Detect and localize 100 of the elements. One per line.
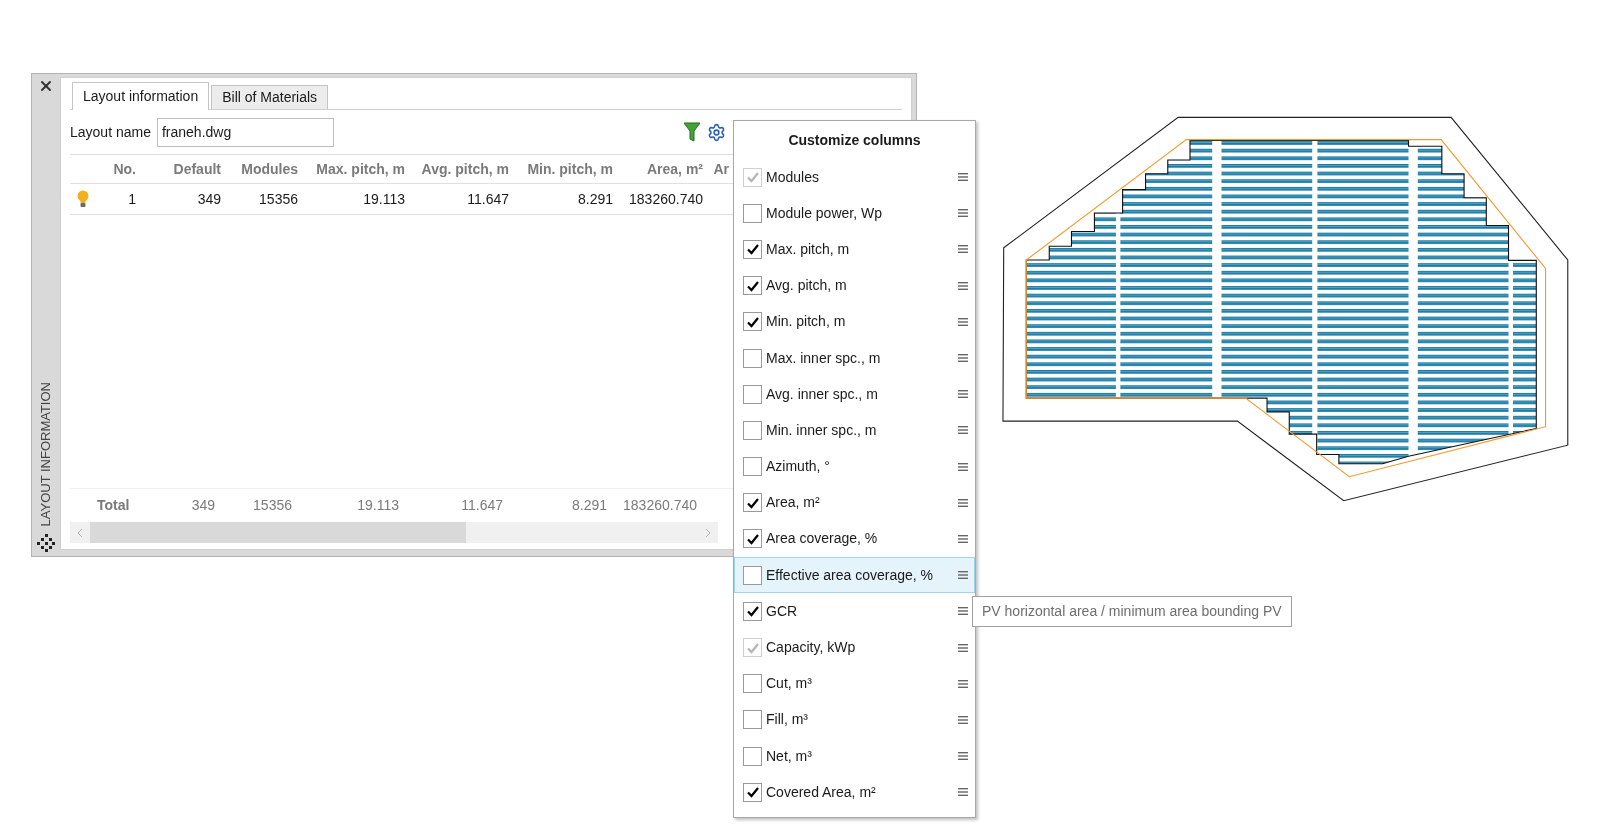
drag-handle-icon[interactable] — [958, 280, 968, 291]
column-header[interactable]: Modules — [221, 158, 298, 180]
drag-handle-icon[interactable] — [958, 678, 968, 689]
drag-handle-icon[interactable] — [958, 244, 968, 255]
column-option[interactable]: Max. inner spc., m — [734, 339, 975, 377]
option-label: Min. inner spc., m — [766, 420, 877, 440]
column-header[interactable]: Avg. pitch, m — [405, 158, 509, 180]
close-icon[interactable] — [38, 78, 54, 94]
table-cell-text: 349 — [197, 189, 221, 209]
column-option[interactable]: Area coverage, % — [734, 520, 975, 558]
checkbox[interactable] — [743, 276, 762, 296]
option-label: Modules — [766, 167, 819, 187]
checkbox[interactable] — [743, 601, 762, 621]
table-cell-text: 8.291 — [577, 189, 613, 209]
description-tooltip: PV horizontal area / minimum area bounding PV — [972, 596, 1292, 627]
drag-handle-icon[interactable] — [958, 714, 968, 725]
option-label: Cut, m³ — [766, 674, 812, 694]
drag-handle-icon[interactable] — [958, 751, 968, 762]
total-label: Total — [97, 497, 130, 513]
total-cell: 15356 — [253, 497, 292, 513]
horizontal-scrollbar[interactable] — [70, 522, 718, 543]
checkbox[interactable] — [743, 674, 762, 694]
column-option[interactable]: Max. pitch, m — [734, 231, 975, 268]
drag-handle-icon[interactable] — [958, 425, 968, 436]
option-label: Effective area coverage, % — [766, 565, 934, 585]
tab[interactable]: Layout information — [72, 82, 210, 110]
checkbox[interactable] — [743, 239, 762, 259]
drag-handle-icon[interactable] — [958, 461, 968, 472]
column-option[interactable]: Avg. pitch, m — [734, 267, 975, 304]
layout-name-label: Layout name — [70, 122, 151, 142]
grip-icon[interactable] — [37, 534, 55, 552]
table-cell-text: 19.113 — [363, 189, 405, 209]
column-option[interactable]: Azimuth, ° — [734, 448, 975, 485]
option-label: Avg. pitch, m — [766, 276, 847, 296]
table-cell-text: 183260.740 — [629, 189, 703, 209]
checkbox[interactable] — [743, 746, 762, 766]
checkbox[interactable] — [743, 420, 762, 440]
column-option[interactable]: GCR — [734, 593, 975, 630]
column-option[interactable]: Min. inner spc., m — [734, 412, 975, 449]
drag-handle-icon[interactable] — [958, 570, 968, 581]
table-cell-text: 15356 — [259, 189, 298, 209]
option-label: Fill, m³ — [766, 710, 808, 730]
drag-handle-icon[interactable] — [958, 533, 968, 544]
drag-handle-icon[interactable] — [958, 353, 968, 364]
column-option[interactable]: Fill, m³ — [734, 701, 975, 738]
column-option[interactable]: Area, m² — [734, 484, 975, 521]
total-cell: 8.291 — [571, 497, 607, 513]
scroll-thumb[interactable] — [90, 522, 466, 543]
option-label: Covered Area, m² — [766, 782, 876, 802]
column-header[interactable]: Max. pitch, m — [298, 158, 405, 180]
column-option[interactable]: Cut, m³ — [734, 665, 975, 702]
column-header[interactable]: No. — [70, 158, 136, 180]
checkbox[interactable] — [743, 348, 762, 368]
column-header[interactable]: Area, m² — [613, 158, 703, 180]
drag-handle-icon[interactable] — [958, 316, 968, 327]
column-header[interactable]: Min. pitch, m — [509, 158, 613, 180]
checkbox[interactable] — [743, 457, 762, 477]
column-header[interactable]: Ar — [703, 158, 729, 180]
tab[interactable]: Bill of Materials — [211, 85, 329, 109]
drag-handle-icon[interactable] — [958, 389, 968, 400]
column-option[interactable]: Avg. inner spc., m — [734, 376, 975, 413]
checkbox[interactable] — [743, 312, 762, 332]
checkbox[interactable] — [743, 529, 762, 549]
table-cell-text: 1 — [128, 189, 136, 209]
option-label: Area coverage, % — [766, 529, 878, 549]
checkbox[interactable] — [743, 203, 762, 223]
drag-handle-icon[interactable] — [958, 497, 968, 508]
checkbox[interactable] — [743, 782, 762, 802]
panel-title: Customize columns — [788, 130, 921, 150]
drag-handle-icon[interactable] — [958, 208, 968, 219]
checkbox[interactable] — [743, 710, 762, 730]
total-cell: 11.647 — [461, 497, 503, 513]
column-option[interactable]: Covered Area, m² — [734, 774, 975, 811]
settings-icon[interactable] — [707, 122, 726, 142]
option-label: Min. pitch, m — [766, 312, 846, 332]
light-bulb-icon — [77, 190, 89, 208]
column-header[interactable]: Default — [136, 158, 221, 180]
sidebar-title: LAYOUT INFORMATION — [37, 381, 55, 526]
column-option[interactable]: Effective area coverage, % — [734, 557, 975, 594]
total-cell: 183260.740 — [623, 497, 697, 513]
option-label: Area, m² — [766, 493, 820, 513]
total-cell: 19.113 — [357, 497, 399, 513]
column-option[interactable]: Net, m³ — [734, 738, 975, 775]
checkbox[interactable] — [743, 384, 762, 404]
column-option[interactable]: Min. pitch, m — [734, 303, 975, 340]
table-cell-text: 11.647 — [467, 189, 509, 209]
layout-name-field[interactable]: franeh.dwg — [156, 117, 334, 147]
option-label: Max. inner spc., m — [766, 348, 881, 368]
checkbox[interactable] — [743, 565, 762, 585]
column-option[interactable]: Module power, Wp — [734, 195, 975, 232]
option-label: Module power, Wp — [766, 203, 882, 223]
filter-icon[interactable] — [683, 122, 701, 142]
option-label: Avg. inner spc., m — [766, 384, 878, 404]
checkbox[interactable] — [743, 493, 762, 513]
drag-handle-icon[interactable] — [958, 787, 968, 798]
option-label: GCR — [766, 601, 798, 621]
option-label: Max. pitch, m — [766, 239, 850, 259]
drag-handle-icon[interactable] — [958, 606, 968, 617]
option-label: Azimuth, ° — [766, 457, 830, 477]
option-label: Capacity, kWp — [766, 638, 856, 658]
